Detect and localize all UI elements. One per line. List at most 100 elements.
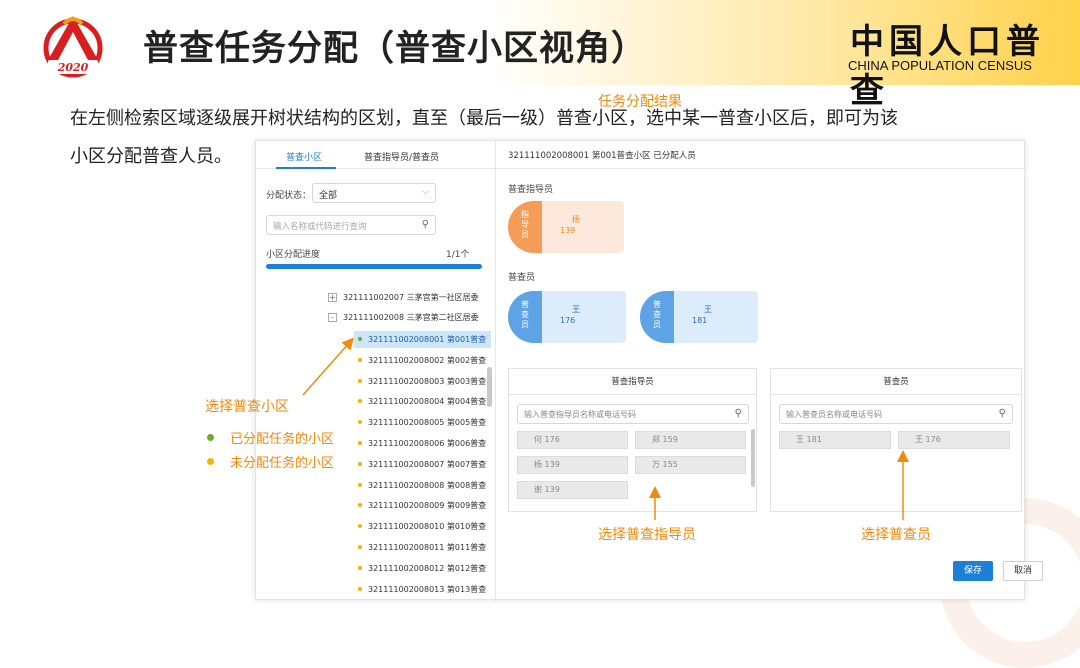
supervisor-chip[interactable]: 郑 159 <box>635 431 746 449</box>
progress-value: 1/1个 <box>446 250 470 260</box>
status-select[interactable]: 全部 ⌵ <box>312 183 436 203</box>
legend-unassigned: 未分配任务的小区 <box>230 456 335 471</box>
tree-node-label: 321111002007 三茅宫第一社区居委 <box>343 293 479 302</box>
tree-leaf-item[interactable]: 321111002008013 第013普查 <box>354 581 491 598</box>
status-select-value: 全部 <box>319 191 338 201</box>
enumerator-role-tag: 普 查 员 <box>508 291 542 343</box>
unassigned-legend-dot <box>207 458 214 465</box>
supervisor-chip[interactable]: 杨 139 <box>517 456 628 474</box>
header-banner: 2020 普查任务分配（普查小区视角） 中国人口普查 CHINA POPULAT… <box>0 0 1080 111</box>
supervisor-picker: 普查指导员 输入普查指导员名称或电话号码 ⚲ 何 176 郑 159 杨 139… <box>508 368 757 512</box>
status-dot <box>358 420 362 425</box>
tab-staff[interactable]: 普查指导员/普查员 <box>364 150 439 163</box>
annotation-select-area: 选择普查小区 <box>205 399 289 415</box>
status-dot <box>358 545 362 549</box>
page-title: 普查任务分配（普查小区视角） <box>143 29 648 69</box>
tree-leaf-label: 321111002008005 第005普查 <box>368 418 487 428</box>
tree-leaf-item[interactable]: 321111002008010 第010普查 <box>354 518 491 535</box>
supervisor-phone: 139 <box>560 226 576 235</box>
search-icon[interactable]: ⚲ <box>999 408 1006 419</box>
census-logo: 2020 <box>43 16 103 78</box>
tree-leaf-label: 321111002008011 第011普查 <box>368 543 487 552</box>
tree-leaf-item[interactable]: 321111002008008 第008普查 <box>354 477 491 494</box>
tree-leaf-label: 321111002008007 第007普查 <box>368 459 487 469</box>
svg-text:2020: 2020 <box>57 61 89 74</box>
tab-census-area[interactable]: 普查小区 <box>286 150 322 163</box>
tree-leaf-label: 321111002008003 第003普查 <box>368 376 487 386</box>
supervisor-search-input[interactable]: 输入普查指导员名称或电话号码 ⚲ <box>517 404 749 424</box>
census-brand-en: CHINA POPULATION CENSUS <box>848 58 1032 73</box>
tree-node-parent[interactable]: +321111002007 三茅宫第一社区居委 <box>328 292 488 303</box>
enumerator-phone: 176 <box>560 316 576 325</box>
enumerator-chip[interactable]: 王 181 <box>779 431 891 449</box>
tab-bar: 普查小区 普查指导员/普查员 <box>256 141 496 169</box>
supervisor-chip[interactable]: 何 176 <box>517 431 628 449</box>
tree-scrollbar[interactable] <box>487 367 492 407</box>
tree-leaf-label: 321111002008002 第002普查 <box>368 355 487 365</box>
tree-node-parent[interactable]: -321111002008 三茅宫第二社区居委 <box>328 312 488 323</box>
enumerator-role-tag: 普 查 员 <box>640 291 674 343</box>
supervisor-search-placeholder: 输入普查指导员名称或电话号码 <box>524 410 636 419</box>
status-dot <box>358 378 362 383</box>
intro-text-line1: 在左侧检索区域逐级展开树状结构的区划，直至（最后一级）普查小区，选中某一普查小区… <box>70 108 898 129</box>
status-dot <box>358 357 362 362</box>
progress-label: 小区分配进度 <box>266 250 321 260</box>
tree-leaf-item[interactable]: 321111002008002 第002普查 <box>354 352 491 369</box>
status-dot <box>358 399 362 404</box>
supervisor-picker-title: 普查指导员 <box>509 369 756 395</box>
supervisor-chip[interactable]: 万 155 <box>635 456 746 474</box>
tree-leaf-item[interactable]: 321111002008005 第005普查 <box>354 414 491 431</box>
status-dot <box>358 503 362 508</box>
tree-leaf-item[interactable]: 321111002008003 第003普查 <box>354 373 491 390</box>
enumerator-chip[interactable]: 王 176 <box>898 431 1010 449</box>
area-search-placeholder: 输入名称或代码进行查询 <box>273 222 367 232</box>
chevron-down-icon: ⌵ <box>422 187 429 197</box>
search-icon[interactable]: ⚲ <box>422 219 429 230</box>
tree-leaf-label: 321111002008012 第012普查 <box>368 563 487 573</box>
status-dot <box>358 524 362 529</box>
tree-leaf-item[interactable]: 321111002008004 第004普查 <box>354 393 491 410</box>
supervisor-chip[interactable]: 谢 139 <box>517 481 628 499</box>
tree-leaf-item[interactable]: 321111002008009 第009普查 <box>354 497 491 514</box>
status-dot <box>358 461 362 466</box>
supervisor-role-tag: 指 导 员 <box>508 201 542 253</box>
enumerator-name: 王 <box>704 305 712 314</box>
tree-leaf-item[interactable]: 321111002008012 第012普查 <box>354 560 491 577</box>
annotation-select-enumerator: 选择普查员 <box>861 527 931 543</box>
tree-leaf-item[interactable]: 321111002008006 第006普查 <box>354 435 491 452</box>
collapse-icon[interactable]: - <box>328 313 337 322</box>
intro-text-line2: 小区分配普查人员。 <box>70 146 232 167</box>
assignment-header: 321111002008001 第001普查小区 已分配人员 <box>496 141 1026 169</box>
enumerator-card[interactable]: 普 查 员 王 181 <box>640 291 758 343</box>
cancel-button[interactable]: 取消 <box>1003 561 1043 581</box>
supervisor-section-label: 普查指导员 <box>508 185 554 195</box>
tab-underline <box>276 167 336 169</box>
search-icon[interactable]: ⚲ <box>735 408 742 419</box>
enumerator-picker: 普查员 输入普查员名称或电话号码 ⚲ 王 181 王 176 <box>770 368 1022 512</box>
assigned-legend-dot <box>207 434 214 441</box>
tree-leaf-label: 321111002008004 第004普查 <box>368 397 487 407</box>
tree-leaf-label: 321111002008008 第008普查 <box>368 480 487 490</box>
annotation-select-supervisor: 选择普查指导员 <box>598 527 696 543</box>
tree-leaf-label: 321111002008006 第006普查 <box>368 439 487 448</box>
enumerator-card[interactable]: 普 查 员 王 176 <box>508 291 626 343</box>
enumerator-picker-title: 普查员 <box>771 369 1021 395</box>
legend-assigned: 已分配任务的小区 <box>230 432 335 447</box>
enumerator-search-input[interactable]: 输入普查员名称或电话号码 ⚲ <box>779 404 1013 424</box>
tree-node-label: 321111002008 三茅宫第二社区居委 <box>343 313 479 322</box>
expand-icon[interactable]: + <box>328 293 337 302</box>
area-search-input[interactable]: 输入名称或代码进行查询 ⚲ <box>266 215 436 235</box>
assignment-panel: 321111002008001 第001普查小区 已分配人员 普查指导员 指 导… <box>496 141 1043 601</box>
status-dot <box>358 337 362 341</box>
supervisor-list-scrollbar[interactable] <box>751 429 755 487</box>
enumerator-phone: 181 <box>692 316 708 325</box>
status-dot <box>358 441 362 445</box>
supervisor-card[interactable]: 指 导 员 杨 139 <box>508 201 624 253</box>
status-label: 分配状态： <box>266 191 312 201</box>
tree-leaf-item[interactable]: 321111002008011 第011普查 <box>354 539 491 556</box>
save-button[interactable]: 保存 <box>953 561 993 581</box>
enumerator-name: 王 <box>572 305 580 314</box>
tree-leaf-item[interactable]: 321111002008001 第001普查 <box>354 331 491 348</box>
tree-leaf-item[interactable]: 321111002008007 第007普查 <box>354 456 491 473</box>
area-search-panel: 普查小区 普查指导员/普查员 分配状态： 全部 ⌵ 输入名称或代码进行查询 ⚲ … <box>256 141 496 601</box>
